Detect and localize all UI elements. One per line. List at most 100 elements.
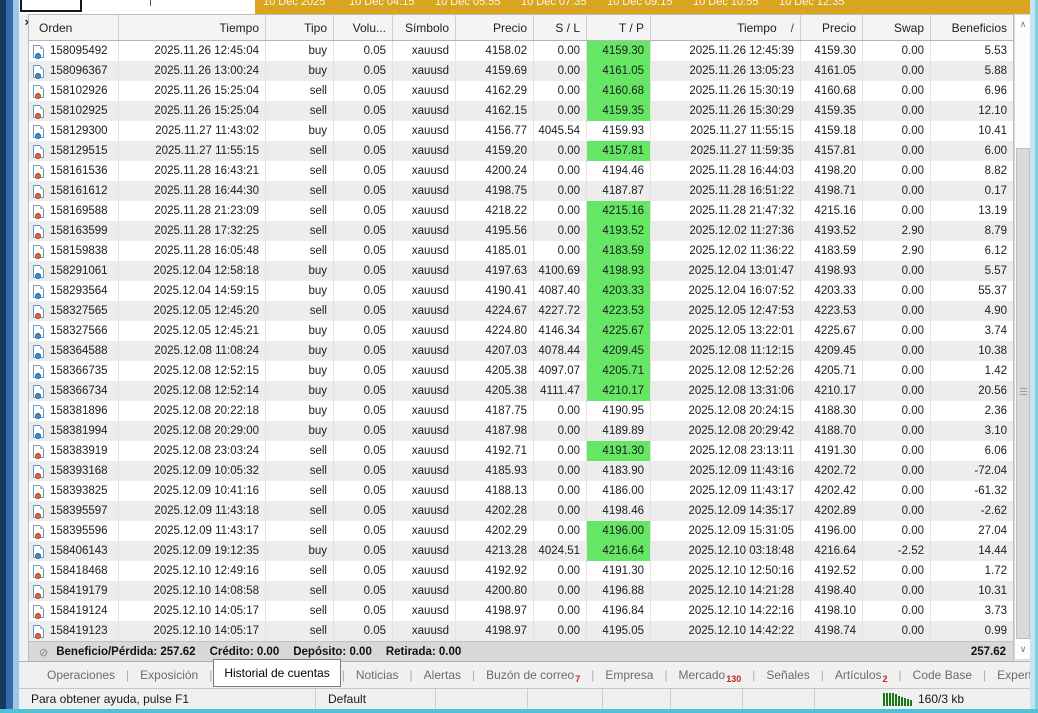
- chart-time-axis: 10 Dec 202510 Dec 04:1510 Dec 05:5510 De…: [255, 0, 1030, 14]
- tab-code-base[interactable]: Code Base: [903, 662, 982, 688]
- history-row[interactable]: 158395596 2025.12.09 11:43:17 sell 0.05 …: [29, 521, 1013, 541]
- history-row[interactable]: 158291061 2025.12.04 12:58:18 buy 0.05 x…: [29, 261, 1013, 281]
- open-time-cell: 2025.12.08 20:29:00: [119, 421, 266, 441]
- history-row[interactable]: 158161536 2025.11.28 16:43:21 sell 0.05 …: [29, 161, 1013, 181]
- tab-art-culos[interactable]: Artículos2: [825, 662, 898, 688]
- history-row[interactable]: 158129515 2025.11.27 11:55:15 sell 0.05 …: [29, 141, 1013, 161]
- history-row[interactable]: 158419123 2025.12.10 14:05:17 sell 0.05 …: [29, 621, 1013, 641]
- swap-cell: 0.00: [863, 361, 931, 381]
- history-row[interactable]: 158393825 2025.12.09 10:41:16 sell 0.05 …: [29, 481, 1013, 501]
- open-price-cell: 4188.13: [456, 481, 534, 501]
- summary-withdrawal: Retirada: 0.00: [386, 646, 461, 658]
- history-row[interactable]: 158366735 2025.12.08 12:52:15 buy 0.05 x…: [29, 361, 1013, 381]
- history-row[interactable]: 158406143 2025.12.09 19:12:35 buy 0.05 x…: [29, 541, 1013, 561]
- history-row[interactable]: 158381896 2025.12.08 20:22:18 buy 0.05 x…: [29, 401, 1013, 421]
- column-header-tiempo-cierre[interactable]: Tiempo /: [651, 15, 801, 40]
- status-profile[interactable]: Default: [316, 689, 436, 709]
- order-id: 158163599: [50, 225, 108, 237]
- summary-slash-icon: ⊘: [39, 646, 48, 659]
- column-header-orden[interactable]: Orden: [29, 15, 119, 40]
- column-header-beneficios[interactable]: Beneficios: [931, 15, 1013, 40]
- open-time-cell: 2025.12.08 12:52:14: [119, 381, 266, 401]
- order-cell: 158129300: [29, 121, 119, 141]
- volume-cell: 0.05: [334, 141, 393, 161]
- history-row[interactable]: 158161612 2025.11.28 16:44:30 sell 0.05 …: [29, 181, 1013, 201]
- tp-cell: 4215.16: [587, 201, 651, 221]
- tab-mercado[interactable]: Mercado130: [669, 662, 752, 688]
- history-row[interactable]: 158366734 2025.12.08 12:52:14 buy 0.05 x…: [29, 381, 1013, 401]
- profit-cell: 1.72: [931, 561, 1013, 581]
- scroll-thumb[interactable]: [1016, 148, 1030, 639]
- order-cell: 158393825: [29, 481, 119, 501]
- order-cell: 158291061: [29, 261, 119, 281]
- profit-cell: 2.36: [931, 401, 1013, 421]
- history-row[interactable]: 158381994 2025.12.08 20:29:00 buy 0.05 x…: [29, 421, 1013, 441]
- swap-cell: -2.52: [863, 541, 931, 561]
- tab-operaciones[interactable]: Operaciones: [37, 662, 125, 688]
- tab-alertas[interactable]: Alertas: [414, 662, 471, 688]
- close-time-cell: 2025.11.28 21:47:32: [651, 201, 801, 221]
- column-header-tp[interactable]: T / P: [587, 15, 651, 40]
- tp-cell: 4159.30: [587, 41, 651, 61]
- history-row[interactable]: 158393168 2025.12.09 10:05:32 sell 0.05 …: [29, 461, 1013, 481]
- order-id: 158383919: [50, 445, 108, 457]
- history-row[interactable]: 158095492 2025.11.26 12:45:04 buy 0.05 x…: [29, 41, 1013, 61]
- column-header-precio-apertura[interactable]: Precio: [456, 15, 534, 40]
- close-time-cell: 2025.12.10 14:21:28: [651, 581, 801, 601]
- history-row[interactable]: 158159838 2025.11.28 16:05:48 sell 0.05 …: [29, 241, 1013, 261]
- column-header-tipo[interactable]: Tipo: [266, 15, 334, 40]
- tab-noticias[interactable]: Noticias: [346, 662, 409, 688]
- history-row[interactable]: 158102925 2025.11.26 15:25:04 sell 0.05 …: [29, 101, 1013, 121]
- close-price-cell: 4159.30: [801, 41, 863, 61]
- column-header-simbolo[interactable]: Símbolo: [393, 15, 456, 40]
- tab-empresa[interactable]: Empresa: [595, 662, 663, 688]
- swap-cell: 0.00: [863, 101, 931, 121]
- history-row[interactable]: 158163599 2025.11.28 17:32:25 sell 0.05 …: [29, 221, 1013, 241]
- volume-cell: 0.05: [334, 281, 393, 301]
- history-row[interactable]: 158395597 2025.12.09 11:43:18 sell 0.05 …: [29, 501, 1013, 521]
- column-header-tiempo-apertura[interactable]: Tiempo: [119, 15, 266, 40]
- column-header-swap[interactable]: Swap: [863, 15, 931, 40]
- sl-cell: 0.00: [534, 101, 587, 121]
- tp-cell: 4191.30: [587, 561, 651, 581]
- order-id: 158293564: [50, 285, 108, 297]
- history-row[interactable]: 158169588 2025.11.28 21:23:09 sell 0.05 …: [29, 201, 1013, 221]
- symbol-cell: xauusd: [393, 281, 456, 301]
- profit-cell: 13.19: [931, 201, 1013, 221]
- history-row[interactable]: 158102926 2025.11.26 15:25:04 sell 0.05 …: [29, 81, 1013, 101]
- profit-cell: 12.10: [931, 101, 1013, 121]
- tp-cell: 4225.67: [587, 321, 651, 341]
- open-price-cell: 4200.80: [456, 581, 534, 601]
- network-traffic-text: 160/3 kb: [918, 692, 964, 706]
- column-header-precio-cierre[interactable]: Precio: [801, 15, 863, 40]
- type-cell: sell: [266, 101, 334, 121]
- history-row[interactable]: 158129300 2025.11.27 11:43:02 buy 0.05 x…: [29, 121, 1013, 141]
- order-doc-icon: [33, 205, 44, 218]
- history-row[interactable]: 158419179 2025.12.10 14:08:58 sell 0.05 …: [29, 581, 1013, 601]
- history-row[interactable]: 158293564 2025.12.04 14:59:15 buy 0.05 x…: [29, 281, 1013, 301]
- close-time-cell: 2025.12.04 13:01:47: [651, 261, 801, 281]
- scroll-down-button[interactable]: ∨: [1015, 640, 1031, 659]
- column-header-sl[interactable]: S / L: [534, 15, 587, 40]
- column-header-volumen[interactable]: Volu...: [334, 15, 393, 40]
- summary-profit-loss: Beneficio/Pérdida: 257.62: [56, 646, 195, 658]
- sl-cell: 0.00: [534, 181, 587, 201]
- history-row[interactable]: 158327566 2025.12.05 12:45:21 buy 0.05 x…: [29, 321, 1013, 341]
- tab-se-ales[interactable]: Señales: [756, 662, 819, 688]
- history-row[interactable]: 158364588 2025.12.08 11:08:24 buy 0.05 x…: [29, 341, 1013, 361]
- history-row[interactable]: 158096367 2025.11.26 13:00:24 buy 0.05 x…: [29, 61, 1013, 81]
- history-row[interactable]: 158418468 2025.12.10 12:49:16 sell 0.05 …: [29, 561, 1013, 581]
- tab-badge: 7: [575, 674, 580, 684]
- close-time-cell: 2025.12.05 13:22:01: [651, 321, 801, 341]
- history-row[interactable]: 158419124 2025.12.10 14:05:17 sell 0.05 …: [29, 601, 1013, 621]
- history-row[interactable]: 158383919 2025.12.08 23:03:24 sell 0.05 …: [29, 441, 1013, 461]
- close-price-cell: 4159.35: [801, 101, 863, 121]
- history-row[interactable]: 158327565 2025.12.05 12:45:20 sell 0.05 …: [29, 301, 1013, 321]
- tp-cell: 4189.89: [587, 421, 651, 441]
- scroll-up-button[interactable]: ∧: [1015, 15, 1031, 34]
- tp-cell: 4194.46: [587, 161, 651, 181]
- tab-exposici-n[interactable]: Exposición: [130, 662, 208, 688]
- tab-buz-n-de-correo[interactable]: Buzón de correo7: [476, 662, 590, 688]
- sl-cell: 4100.69: [534, 261, 587, 281]
- tab-historial-de-cuentas[interactable]: Historial de cuentas: [213, 659, 340, 687]
